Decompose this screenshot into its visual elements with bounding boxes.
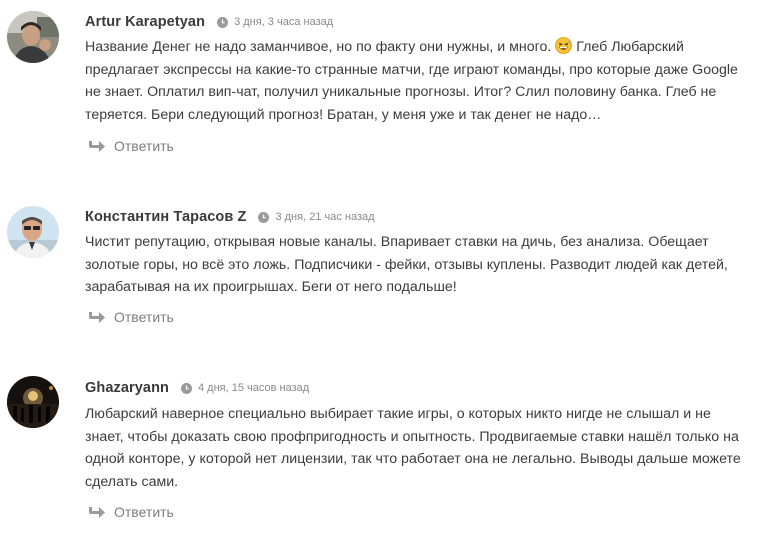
comment-line: Название Денег не надо заманчивое, но по… <box>85 36 753 59</box>
reply-arrow-icon <box>88 310 106 324</box>
comment-author[interactable]: Ghazaryann <box>85 380 169 396</box>
comment-time: 4 дня, 15 часов назад <box>198 382 310 394</box>
clock-icon <box>258 211 270 223</box>
comment-line: теряется. Бери следующий прогноз! Братан… <box>85 107 602 124</box>
comment-line: Чистит репутацию, открывая новые каналы.… <box>85 234 709 250</box>
comment-line: знает, чтобы доказать свою профпригоднос… <box>85 428 739 445</box>
avatar-man-in-car-icon <box>7 11 59 63</box>
reply-button[interactable]: Ответить <box>88 136 174 156</box>
comment-text: Название Денег не надо заманчивое, но по… <box>85 36 753 127</box>
reply-label: Ответить <box>114 504 174 520</box>
comment-line: сделать сами. <box>85 474 179 491</box>
reply-button[interactable]: Ответить <box>88 502 174 522</box>
avatar[interactable] <box>7 11 59 63</box>
clock-icon <box>181 382 192 394</box>
comment-text: Любарский наверное специально выбирает т… <box>85 403 753 494</box>
comment-time: 3 дня, 3 часа назад <box>234 16 334 28</box>
avatar[interactable] <box>7 206 59 258</box>
grinning-sweat-emoji-icon <box>555 37 573 54</box>
reply-label: Ответить <box>114 309 174 325</box>
avatar[interactable] <box>7 376 59 428</box>
comment-line: предлагает экспрессы на какие-то странны… <box>85 61 738 78</box>
comment-meta: Artur Karapetyan 3 дня, 3 часа назад <box>85 12 333 32</box>
clock-icon <box>217 16 229 28</box>
comment-meta: Константин Тарасов Z 3 дня, 21 час назад <box>85 207 375 227</box>
reply-label: Ответить <box>114 138 174 154</box>
comment-line: золотые горы, но всё это ложь. Подписчик… <box>85 256 728 273</box>
comment-time: 3 дня, 21 час назад <box>275 211 375 223</box>
comment-author[interactable]: Artur Karapetyan <box>85 14 205 30</box>
reply-arrow-icon <box>88 505 106 519</box>
comment-meta: Ghazaryann 4 дня, 15 часов назад <box>85 378 309 398</box>
comment-author[interactable]: Константин Тарасов Z <box>85 209 246 225</box>
comment-mention: Глеб Любарский <box>576 39 684 55</box>
avatar-man-in-glasses-icon <box>7 206 59 258</box>
reply-button[interactable]: Ответить <box>88 307 174 327</box>
comment-line: не знает. Оплатил вип-чат, получил уника… <box>85 84 717 101</box>
avatar-night-street-icon <box>7 376 59 428</box>
comment-line: зарабатывая на их проигрышах. Беги от не… <box>85 279 457 296</box>
comment-line: Любарский наверное специально выбирает т… <box>85 406 711 422</box>
reply-arrow-icon <box>88 139 106 153</box>
comment-line: одной конторе, у которой нет лицензии, т… <box>85 451 741 468</box>
comment-line-text: Название Денег не надо заманчивое, но по… <box>85 39 552 55</box>
comment-text: Чистит репутацию, открывая новые каналы.… <box>85 231 753 299</box>
